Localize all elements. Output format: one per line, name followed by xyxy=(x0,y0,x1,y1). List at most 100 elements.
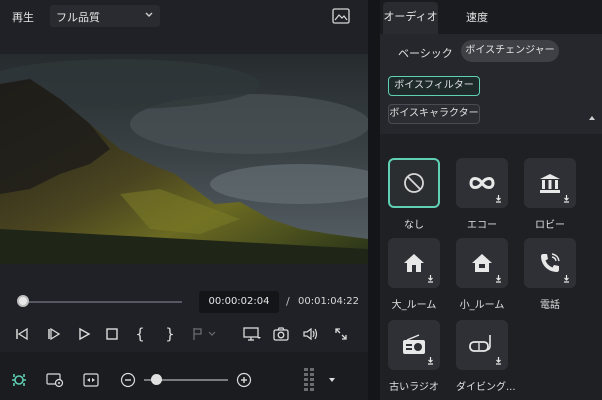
preset-small-room[interactable]: 小_ルーム xyxy=(456,238,508,311)
chevron-down-icon xyxy=(145,12,153,17)
mark-in-icon: { xyxy=(135,325,145,343)
progress-track[interactable] xyxy=(18,301,182,303)
marker-dropdown[interactable] xyxy=(190,322,220,346)
stop-button[interactable] xyxy=(102,322,122,346)
download-icon xyxy=(425,273,436,284)
render-preview-icon xyxy=(46,373,64,388)
none-icon xyxy=(404,173,424,193)
preset-label: なし xyxy=(404,220,424,231)
video-preview xyxy=(0,54,368,264)
download-icon xyxy=(493,193,504,204)
preset-tile xyxy=(456,158,508,208)
monitor-icon xyxy=(243,327,261,341)
grip-icon xyxy=(304,368,314,391)
preset-tile xyxy=(388,320,440,370)
current-time: 00:00:02:04 xyxy=(199,291,279,313)
panel-divider[interactable] xyxy=(368,0,380,400)
landscape-image xyxy=(0,54,368,264)
download-icon xyxy=(425,355,436,366)
total-time: 00:01:04:22 xyxy=(298,296,360,307)
player-panel: 再生 フル品質 00:00:02:04 / 00:01:04:22 {} xyxy=(0,0,368,400)
progress-handle[interactable] xyxy=(16,295,29,307)
phone-icon xyxy=(541,253,560,272)
display-settings-button[interactable] xyxy=(240,322,264,346)
timeline-toolbar xyxy=(0,352,368,400)
speaker-icon xyxy=(303,327,318,341)
player-topbar: 再生 フル品質 xyxy=(0,0,368,34)
preset-tile xyxy=(388,238,440,288)
download-icon xyxy=(561,273,572,284)
snapshot-image-icon[interactable] xyxy=(332,8,350,24)
preset-phone[interactable]: 電話 xyxy=(524,238,576,311)
toolbar-menu-button[interactable] xyxy=(326,370,338,390)
magnet-snap-button[interactable] xyxy=(8,370,30,390)
preview-render-button[interactable] xyxy=(44,370,66,390)
snap-magnet-icon xyxy=(12,374,26,386)
caret-down-icon xyxy=(329,378,335,382)
preset-diving[interactable]: ダイビング... xyxy=(456,320,516,393)
preset-old-radio[interactable]: 古いラジオ xyxy=(388,320,440,393)
zoom-slider-handle[interactable] xyxy=(151,374,163,385)
plus-circle-icon xyxy=(236,372,252,388)
preset-label: エコー xyxy=(467,220,497,231)
voice-filter-chip[interactable]: ボイスフィルター xyxy=(388,76,480,96)
tab-audio[interactable]: オーディオ xyxy=(383,2,438,34)
preset-label: ダイビング... xyxy=(456,382,516,393)
preset-tile xyxy=(388,158,440,208)
preset-label: ロビー xyxy=(535,220,565,231)
timeline-bar: 00:00:02:04 / 00:01:04:22 xyxy=(0,290,368,314)
subtab-voice-changer[interactable]: ボイスチェンジャー xyxy=(461,40,559,62)
voice-character-chip[interactable]: ボイスキャラクター xyxy=(388,104,480,124)
play-button[interactable] xyxy=(74,322,94,346)
step-forward-icon xyxy=(48,327,61,341)
preset-echo[interactable]: エコー xyxy=(456,158,508,231)
volume-button[interactable] xyxy=(300,322,322,346)
next-frame-button[interactable] xyxy=(44,322,64,346)
play-icon xyxy=(79,327,91,341)
preset-tile xyxy=(456,320,508,370)
playback-controls: { } xyxy=(0,322,368,346)
collapse-icon[interactable] xyxy=(588,114,596,122)
zoom-in-button[interactable] xyxy=(234,370,254,390)
stop-icon xyxy=(106,328,118,340)
preset-label: 電話 xyxy=(540,300,560,311)
prev-frame-button[interactable] xyxy=(12,322,32,346)
snapshot-button[interactable] xyxy=(270,322,292,346)
camera-icon xyxy=(273,327,289,341)
marker-flag-icon xyxy=(193,328,216,340)
download-icon xyxy=(493,355,504,366)
preset-label: 古いラジオ xyxy=(389,382,439,393)
property-panel: オーディオ 速度 ベーシック ボイスチェンジャー ボイスフィルター ボイスキャラ… xyxy=(380,0,602,400)
download-icon xyxy=(561,193,572,204)
download-icon xyxy=(493,273,504,284)
time-separator: / xyxy=(286,295,290,308)
tab-speed[interactable]: 速度 xyxy=(466,9,488,25)
preset-large-room[interactable]: 大_ルーム xyxy=(388,238,440,311)
panel-tabs: オーディオ 速度 xyxy=(380,0,602,34)
track-height-handle[interactable] xyxy=(300,366,318,392)
radio-icon xyxy=(403,334,425,354)
mark-in-button[interactable]: { xyxy=(130,322,150,346)
fit-timeline-button[interactable] xyxy=(80,370,102,390)
quality-value: フル品質 xyxy=(56,11,100,24)
building-icon xyxy=(540,174,560,193)
preset-lobby[interactable]: ロビー xyxy=(524,158,576,231)
fit-width-icon xyxy=(83,373,99,387)
preset-none[interactable]: なし xyxy=(388,158,440,231)
step-back-icon xyxy=(16,327,28,341)
preset-tile xyxy=(524,158,576,208)
mark-out-button[interactable]: } xyxy=(160,322,180,346)
preset-label: 大_ルーム xyxy=(391,300,437,311)
preset-label: 小_ルーム xyxy=(459,300,505,311)
preset-tile xyxy=(524,238,576,288)
quality-dropdown[interactable]: フル品質 xyxy=(50,5,160,27)
diving-mask-icon xyxy=(469,335,491,352)
zoom-out-button[interactable] xyxy=(118,370,138,390)
expand-icon xyxy=(335,328,347,340)
infinity-icon xyxy=(469,177,495,189)
audio-subtabs: ベーシック ボイスチェンジャー ボイスフィルター ボイスキャラクター xyxy=(380,34,602,134)
minus-circle-icon xyxy=(120,372,136,388)
fullscreen-button[interactable] xyxy=(330,322,352,346)
small-house-icon xyxy=(472,254,492,272)
subtab-basic[interactable]: ベーシック xyxy=(398,45,453,61)
